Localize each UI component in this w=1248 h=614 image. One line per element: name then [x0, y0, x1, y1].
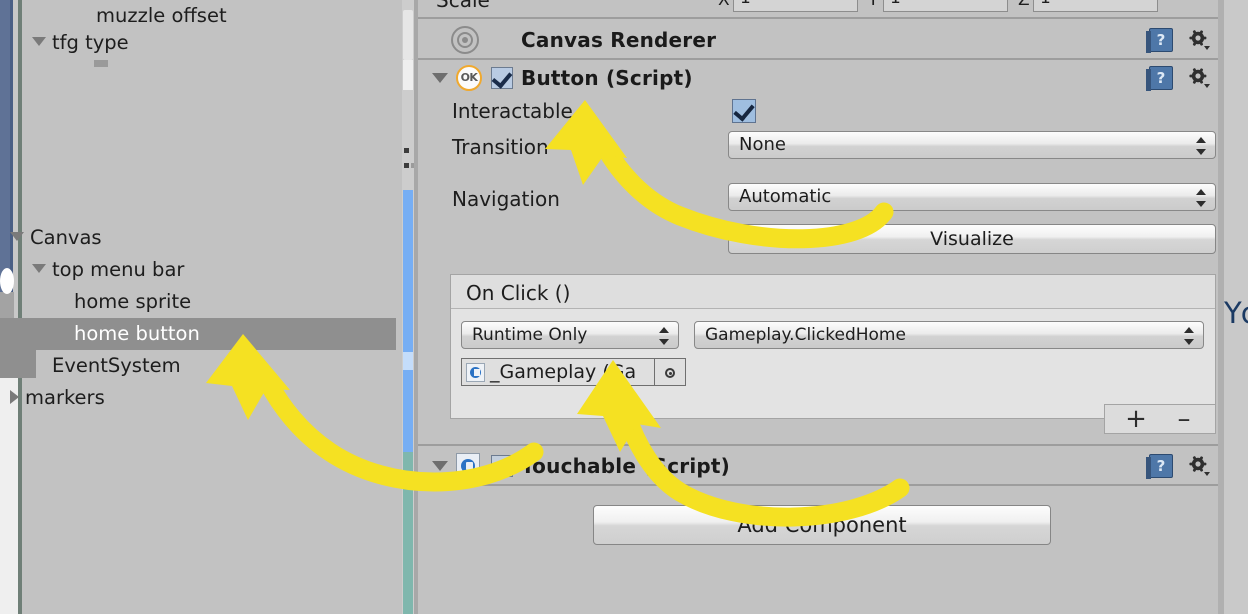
interactable-label: Interactable: [452, 99, 573, 123]
chevron-updown-icon: [1183, 326, 1195, 346]
chevron-updown-icon: [658, 326, 670, 346]
scale-x-field[interactable]: 1: [733, 0, 858, 12]
chevron-right-icon[interactable]: [10, 389, 19, 404]
chevron-down-icon[interactable]: [32, 264, 46, 273]
chevron-updown-icon: [1195, 188, 1207, 208]
hierarchy-item-label: home sprite: [74, 290, 192, 313]
ok-badge-icon: OK: [456, 65, 482, 91]
component-header-canvas-renderer[interactable]: Canvas Renderer ?: [418, 22, 1218, 58]
chevron-down-icon[interactable]: [32, 37, 46, 46]
transform-scale-row: Scale X 1 Y 1 Z 1: [418, 0, 1218, 16]
hierarchy-item-home-sprite[interactable]: home sprite: [0, 286, 396, 318]
hierarchy-item-content: Canvas: [0, 226, 102, 249]
chevron-updown-icon: [1195, 136, 1207, 156]
hierarchy-item-content: EventSystem: [0, 354, 181, 377]
offscreen-text-fragment: Yc: [1224, 296, 1248, 330]
scale-y-field[interactable]: 1: [883, 0, 1008, 12]
hierarchy-item-top-menu-bar[interactable]: top menu bar: [0, 254, 396, 286]
component-enabled-checkbox[interactable]: [491, 67, 513, 89]
script-object-icon: [466, 363, 485, 382]
on-click-mode-value: Runtime Only: [472, 325, 588, 345]
component-header-touchable-script[interactable]: Touchable (Script) ?: [418, 448, 1218, 484]
component-title-button-script: Button (Script): [521, 66, 693, 90]
scale-y-label: Y: [868, 0, 879, 10]
scale-z-label: Z: [1018, 0, 1030, 10]
chevron-down-icon[interactable]: [10, 232, 24, 241]
on-click-object-field[interactable]: _Gameplay (Ga: [461, 358, 655, 386]
hierarchy-item-tfg-type[interactable]: tfg type: [0, 27, 396, 59]
on-click-object-value: _Gameplay (Ga: [490, 361, 637, 383]
gear-icon[interactable]: [1188, 29, 1210, 51]
hierarchy-item-label: markers: [25, 386, 105, 409]
hierarchy-item-EventSystem[interactable]: EventSystem: [0, 350, 396, 382]
gear-icon[interactable]: [1188, 455, 1210, 477]
hierarchy-scrollbar-thumb[interactable]: [403, 10, 413, 60]
transition-value: None: [739, 134, 786, 155]
hierarchy-item-label: Canvas: [30, 226, 102, 249]
scale-y-value: 1: [890, 0, 901, 8]
hierarchy-item-content: tfg type: [0, 31, 129, 54]
script-file-icon: [456, 453, 480, 479]
component-enabled-checkbox[interactable]: [491, 455, 513, 477]
on-click-function-dropdown[interactable]: Gameplay.ClickedHome: [694, 321, 1204, 349]
hierarchy-item-label: EventSystem: [52, 354, 181, 377]
gear-icon[interactable]: [1188, 67, 1210, 89]
navigation-value: Automatic: [739, 186, 832, 207]
add-event-button[interactable]: +: [1123, 404, 1149, 434]
interactable-checkbox[interactable]: [732, 99, 756, 123]
visualize-button[interactable]: Visualize: [728, 224, 1216, 254]
hierarchy-item-label: tfg type: [52, 31, 129, 54]
scale-x-label: X: [718, 0, 730, 10]
hierarchy-item-label: muzzle offset: [96, 4, 227, 27]
hierarchy-item-Canvas[interactable]: Canvas: [0, 222, 396, 254]
hierarchy-scrollbar-accent-light: [403, 352, 413, 370]
hierarchy-item-label: top menu bar: [52, 258, 185, 281]
target-picker-icon: [669, 372, 672, 375]
on-click-function-value: Gameplay.ClickedHome: [705, 325, 906, 345]
foldout-triangle-icon[interactable]: [432, 73, 448, 83]
hierarchy-item-home-button[interactable]: home button: [0, 318, 396, 350]
navigation-dropdown[interactable]: Automatic: [728, 183, 1216, 211]
inspector-separator: [418, 484, 1218, 486]
component-title-canvas-renderer: Canvas Renderer: [521, 28, 717, 52]
transition-label: Transition: [452, 135, 549, 159]
on-click-title: On Click (): [466, 281, 571, 305]
scale-x-value: 1: [740, 0, 751, 8]
navigation-label: Navigation: [452, 187, 560, 211]
component-header-button-script[interactable]: OK Button (Script) ?: [418, 60, 1218, 96]
hierarchy-item-content: top menu bar: [0, 258, 184, 281]
transition-dropdown[interactable]: None: [728, 131, 1216, 159]
hierarchy-item-content: muzzle offset: [0, 4, 227, 27]
scale-z-value: 1: [1040, 0, 1051, 8]
inspector-separator: [418, 444, 1218, 446]
help-icon[interactable]: ?: [1146, 66, 1173, 91]
help-icon[interactable]: ?: [1146, 28, 1173, 53]
scrollbar-dot: [404, 148, 409, 153]
scale-z-field[interactable]: 1: [1033, 0, 1158, 12]
hierarchy-scrollbar-accent-teal: [403, 452, 413, 614]
component-title-touchable-script: Touchable (Script): [521, 454, 730, 478]
remove-event-button[interactable]: –: [1171, 404, 1197, 434]
on-click-mode-dropdown[interactable]: Runtime Only: [461, 321, 679, 349]
hierarchy-scrollbar-segment: [403, 60, 413, 90]
scrollbar-dot: [404, 163, 409, 168]
hierarchy-item-content: home button: [0, 322, 200, 345]
object-picker-button[interactable]: [654, 358, 686, 386]
hierarchy-item-content: home sprite: [0, 290, 191, 313]
hierarchy-clipped-row-fragment: [94, 60, 108, 67]
inspector-separator: [418, 17, 1218, 19]
canvas-renderer-icon: [451, 26, 479, 54]
help-icon[interactable]: ?: [1146, 454, 1173, 479]
add-component-button[interactable]: Add Component: [593, 505, 1051, 545]
hierarchy-item-label: home button: [74, 322, 200, 345]
foldout-triangle-icon[interactable]: [432, 461, 448, 471]
on-click-add-remove-group: + –: [1104, 404, 1216, 434]
scale-label: Scale: [436, 0, 490, 12]
hierarchy-item-markers[interactable]: markers: [0, 382, 396, 414]
hierarchy-item-content: markers: [0, 386, 105, 409]
